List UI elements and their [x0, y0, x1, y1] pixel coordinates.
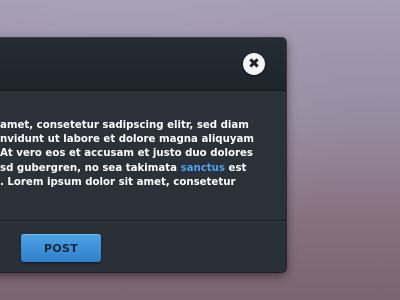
close-icon: ✖ — [248, 56, 260, 72]
body-line-2: nvidunt ut labore et dolore magna aliquy… — [0, 134, 254, 146]
post-button[interactable]: POST — [21, 234, 101, 262]
body-line-3: At vero eos et accusam et justo duo dolo… — [0, 148, 253, 160]
body-line-5: . Lorem ipsum dolor sit amet, consetetur — [0, 176, 236, 188]
body-line-1: amet, consetetur sadipscing elitr, sed d… — [0, 120, 249, 131]
body-line-4a: sd gubergren, no sea takimata — [0, 162, 181, 174]
modal-footer: POST — [0, 220, 286, 272]
body-text: amet, consetetur sadipscing elitr, sed d… — [0, 119, 258, 190]
modal-header: ✖ — [0, 38, 286, 91]
modal-dialog: ✖ amet, consetetur sadipscing elitr, sed… — [0, 38, 286, 272]
body-line-4b: est — [224, 162, 247, 174]
body-link[interactable]: sanctus — [181, 163, 225, 174]
modal-body: amet, consetetur sadipscing elitr, sed d… — [0, 91, 286, 220]
close-button[interactable]: ✖ — [243, 53, 265, 75]
